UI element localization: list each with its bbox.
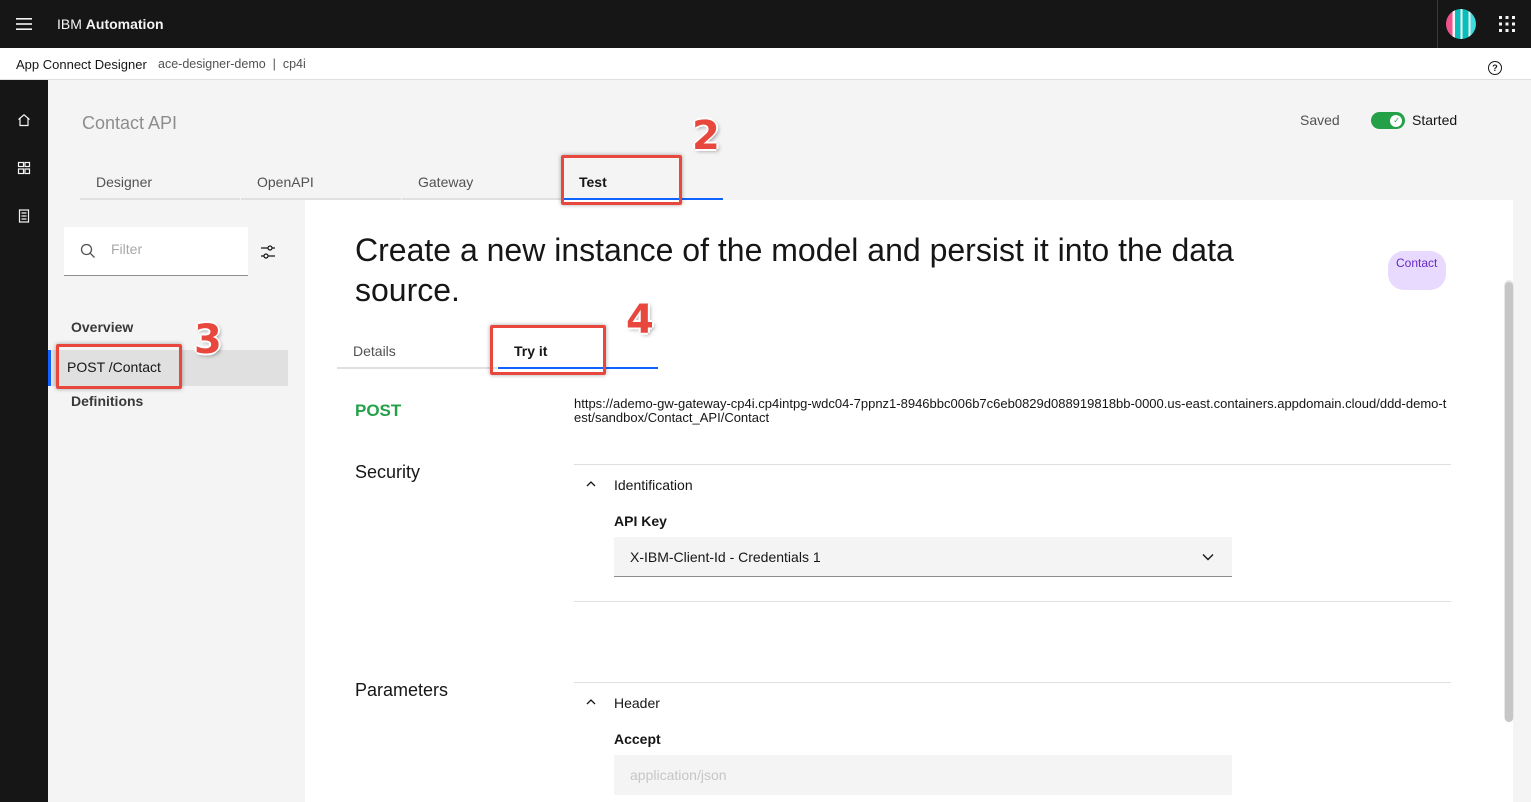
save-status: Saved [1300,112,1340,128]
started-toggle[interactable]: ✓ [1371,112,1405,129]
tab-gateway[interactable]: Gateway [402,166,562,200]
user-avatar-button[interactable] [1437,0,1483,48]
header-section-label: Header [614,695,660,711]
help-icon[interactable]: ? [1488,61,1502,75]
accept-field[interactable]: application/json [614,755,1232,795]
annotation-number-4: 4 [626,297,654,343]
tab-openapi[interactable]: OpenAPI [241,166,401,200]
breadcrumb-app[interactable]: App Connect Designer [16,57,147,72]
nav-overview[interactable]: Overview [48,310,288,346]
nav-definitions[interactable]: Definitions [48,384,288,420]
operation-title: Create a new instance of the model and p… [355,232,1234,308]
breadcrumb-instance: ace-designer-demo | cp4i [158,57,306,71]
filter-input[interactable] [111,241,231,257]
brand-name: Automation [85,16,164,32]
filter-settings-icon[interactable] [260,244,276,260]
avatar [1445,9,1476,39]
filter-search [64,227,248,276]
tab-designer[interactable]: Designer [80,166,240,200]
main-area: Contact API Saved ✓ Started Designer Ope… [48,80,1531,802]
annotation-box-try-it [490,325,606,375]
http-method: POST [355,401,402,420]
search-icon [80,243,95,258]
page-title: Contact API [82,113,178,133]
content-scrollbar[interactable] [1504,280,1514,722]
started-label: Started [1412,112,1458,128]
menu-icon[interactable] [0,0,48,48]
api-key-label: API Key [614,513,667,529]
header-accordion-header[interactable]: Header [574,683,1451,723]
annotation-number-3: 3 [194,317,222,363]
operation-content: Create a new instance of the model and p… [305,200,1513,802]
identification-accordion: Identification API Key X-IBM-Client-Id -… [574,464,1451,602]
chevron-up-icon [586,699,596,705]
document-icon[interactable] [14,206,34,226]
breadcrumb: App Connect Designer ace-designer-demo |… [0,48,1531,80]
identification-label: Identification [614,477,693,493]
brand-prefix: IBM [57,16,82,32]
header-accordion: Header Accept application/json [574,682,1451,802]
api-key-value: X-IBM-Client-Id - Credentials 1 [630,549,821,565]
api-key-select[interactable]: X-IBM-Client-Id - Credentials 1 [614,537,1232,577]
operations-panel: Overview POST /Contact Definitions [48,200,304,802]
check-icon: ✓ [1393,116,1400,125]
operation-tag: Contact [1388,251,1446,290]
app-switcher-icon[interactable] [1483,0,1531,48]
tab-details[interactable]: Details [337,331,497,369]
catalog-icon[interactable] [14,158,34,178]
endpoint-url: https://ademo-gw-gateway-cp4i.cp4intpg-w… [574,396,1447,425]
annotation-box-post-contact [56,344,182,389]
chevron-up-icon [586,481,596,487]
left-rail [0,80,48,802]
parameters-heading: Parameters [355,680,449,700]
identification-accordion-header[interactable]: Identification [574,465,1451,505]
accept-label: Accept [614,731,661,747]
home-icon[interactable] [14,110,34,130]
annotation-number-2: 2 [692,113,720,159]
chevron-down-icon [1202,554,1214,561]
security-heading: Security [355,462,421,482]
product-name[interactable]: IBM Automation [57,16,164,32]
top-bar: IBM Automation [0,0,1531,48]
scrollbar-thumb[interactable] [1505,282,1513,722]
annotation-box-test-tab [561,155,682,205]
